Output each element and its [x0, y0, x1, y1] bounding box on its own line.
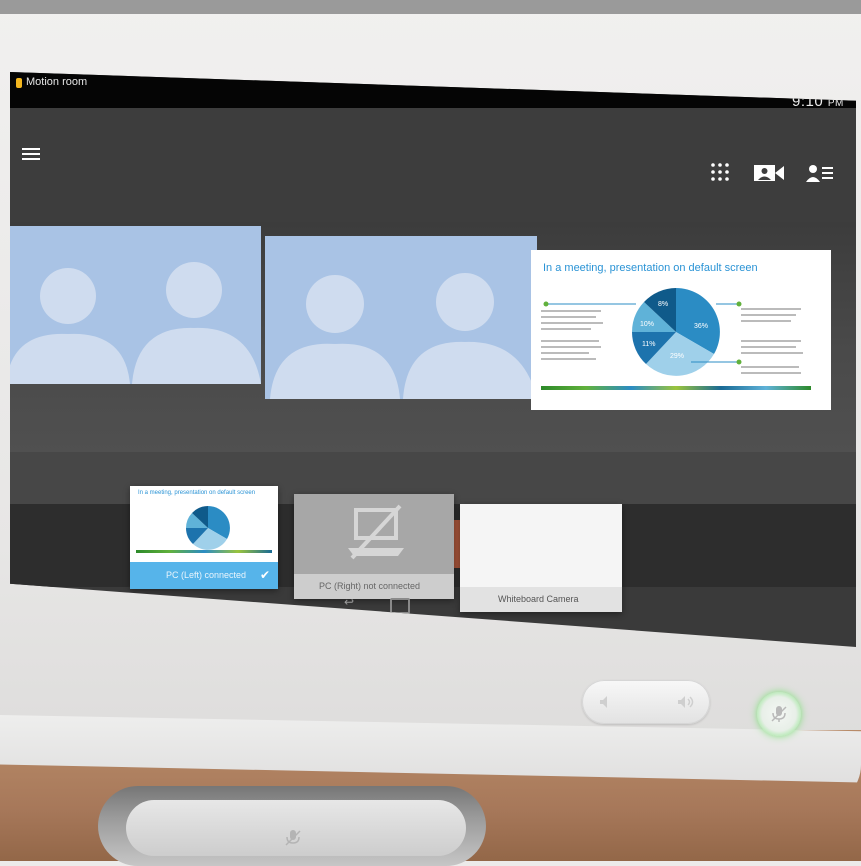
touch-screen: Motion room 9:10 PM In a meeting, presen…	[10, 72, 856, 647]
checkmark-icon: ✔	[260, 568, 271, 582]
thumbnail-pie-icon	[186, 506, 230, 550]
laptop-disconnected-icon	[348, 504, 404, 560]
source-label[interactable]: Whiteboard Camera	[460, 587, 622, 612]
presentation-color-bar	[541, 386, 811, 390]
room-status-indicator	[16, 78, 22, 88]
home-icon[interactable]	[390, 598, 410, 614]
participant-silhouette-icon	[270, 273, 537, 399]
presentation-view[interactable]: In a meeting, presentation on default sc…	[531, 250, 831, 410]
device-top-edge	[0, 0, 861, 14]
camera-icon[interactable]	[754, 164, 784, 182]
back-icon[interactable]: ↩	[344, 595, 354, 609]
thumbnail-title: In a meeting, presentation on default sc…	[138, 490, 256, 496]
table-mic-mute-icon	[285, 830, 301, 846]
participant-tile-1[interactable]	[10, 226, 261, 384]
source-label-selected[interactable]: PC (Left) connected ✔	[130, 562, 278, 589]
participant-silhouette-icon	[10, 262, 261, 384]
presentation-title: In a meeting, presentation on default sc…	[543, 262, 758, 274]
presentation-text-lines	[541, 301, 803, 374]
mic-mute-button[interactable]	[757, 692, 801, 736]
room-name: Motion room	[26, 76, 88, 88]
volume-down-icon[interactable]	[598, 694, 614, 710]
menu-icon[interactable]	[22, 146, 40, 162]
thumbnail-color-bar	[136, 550, 272, 553]
contacts-icon[interactable]	[806, 164, 834, 182]
mic-mute-icon	[771, 706, 787, 722]
source-label-text: Whiteboard Camera	[498, 594, 579, 604]
participant-tile-2[interactable]	[265, 236, 537, 399]
source-label-text: PC (Right) not connected	[319, 581, 421, 591]
app-bar	[10, 108, 856, 228]
source-label-text: PC (Left) connected	[166, 570, 247, 580]
keypad-icon[interactable]	[710, 162, 730, 182]
volume-up-icon[interactable]	[676, 694, 696, 710]
source-label[interactable]: PC (Right) not connected	[294, 574, 454, 599]
